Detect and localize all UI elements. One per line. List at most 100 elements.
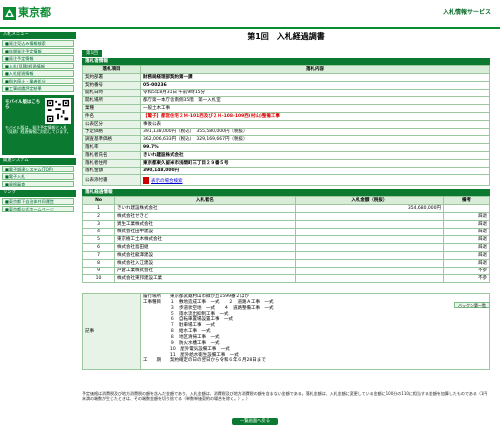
row-label: 件名 (82, 111, 141, 121)
qr-code-icon (45, 97, 71, 124)
cell-amount (294, 274, 445, 284)
cell-bidder: 株式会社せきど (114, 211, 296, 221)
row-value: きいれ建設株式会社 (140, 150, 490, 160)
row-value: 財務局経理部契約第一課 (140, 72, 490, 82)
row-value: 東京都東久留米市浅間町三丁目２９番５号 (140, 158, 490, 168)
sidebar-item-qualification[interactable]: ■資格審査 (2, 180, 74, 187)
row-value: 390,148,000円 (140, 166, 490, 176)
col-header-bidder: 入札者名 (114, 196, 296, 206)
sidebar-item-suspension[interactable]: ■指名停止・業者処分 (2, 77, 74, 84)
remarks-table: 記事 履行場所 東京都武蔵村山市緑が丘1599番２ほか 工事種目 １ 敷地造成工… (82, 293, 490, 371)
table-row: 記事 履行場所 東京都武蔵村山市緑が丘1599番２ほか 工事種目 １ 敷地造成工… (82, 293, 490, 371)
remarks-text: 履行場所 東京都武蔵村山市緑が丘1599番２ほか 工事種目 １ 敷地造成工事 一… (140, 293, 490, 371)
cell-amount (294, 235, 445, 245)
cell-amount (294, 250, 445, 260)
cell-bidder: 東京樹工土木株式会社 (114, 235, 296, 245)
sidebar-item-forecast[interactable]: ■発注見込み情報検索 (2, 40, 74, 47)
sidebar-item-e-bidding[interactable]: ■電子入札 (2, 173, 74, 180)
pdf-icon (143, 176, 149, 184)
bidders-section-title: 落札経過情報 (82, 189, 490, 197)
table-row: 6 株式会社島田組 辞退 (82, 243, 490, 252)
table-row: 3 異生工業株式会社 辞退 (82, 219, 490, 229)
row-label: 開札日時 (82, 88, 141, 98)
cell-bidder: 戸倉工業株式会社 (114, 266, 296, 276)
table-row: 7 株式会社龍澤建設 辞退 (82, 250, 490, 260)
copy-list-button[interactable]: バックン第一覧 (454, 302, 490, 308)
site-logo[interactable]: 東京都 (18, 7, 51, 18)
cell-no: 1 (82, 204, 115, 213)
sidebar-item-bid-results[interactable]: ■入札経過情報 (2, 70, 74, 77)
cell-no: 4 (82, 227, 115, 237)
table-row: 開札場所 都庁第一本庁舎南側35階 第一入札室 (82, 96, 490, 106)
table-row: 落札者氏名 きいれ建設株式会社 (82, 150, 490, 160)
cell-no: 7 (82, 250, 115, 260)
cell-remarks: 不参 (443, 274, 490, 284)
mobile-description: モバイル版は、発注予定情報と入札（見積）経過情報に対応しています。 (5, 124, 71, 135)
sidebar-item-evaluation[interactable]: ■工事成績評定結果 (2, 85, 74, 92)
table-row: 9 戸倉工業株式会社 不参 (82, 266, 490, 276)
table-row: 落札率 99.7% (82, 143, 490, 152)
main-content: 第1回 入札経過調書 第1回 落札者情報 落札項目 落札内容 契約部署 財務局経理部… (82, 32, 490, 371)
table-row: 開札日時 令和5年8月31日 午前9時15分 (82, 88, 490, 98)
bid-info-section-title: 落札者情報 (82, 58, 490, 66)
table-row: 予定価格 391,138,000円（税込） 355,580,000円（税抜） (82, 127, 490, 137)
cell-no: 10 (82, 274, 115, 284)
sidebar-item-annual-plan[interactable]: ■年間発注予定情報 (2, 47, 74, 54)
cell-no: 6 (82, 243, 115, 252)
cell-amount (294, 258, 445, 268)
table-row: 調査基準価格 362,006,633円（税込） 329,169,667円（税抜） (82, 135, 490, 145)
table-row: 契約部署 財務局経理部契約第一課 (82, 72, 490, 82)
sidebar-link-official[interactable]: ■東京都公式ホームページ (2, 205, 74, 212)
sidebar-item-order-plan[interactable]: ■発注予定情報 (2, 55, 74, 62)
site-header: 東京都 入札情報サービス (0, 0, 500, 30)
sidebar-item-procurement[interactable]: ■電子調達システム(TOP) (2, 165, 74, 172)
page-title: 第1回 入札経過調書 (247, 32, 325, 41)
table-row: 5 東京樹工土木株式会社 辞退 (82, 235, 490, 245)
round-tab: 第1回 (82, 50, 102, 58)
row-value: 391,138,000円（税込） 355,580,000円（税抜） (140, 127, 490, 137)
cell-remarks: 辞退 (443, 258, 490, 268)
table-row: 公表添付書 表示の場合検索 (82, 174, 490, 187)
cell-amount (294, 266, 445, 276)
row-label: 落札者住所 (82, 158, 141, 168)
cell-amount (294, 211, 445, 221)
cell-amount (294, 219, 445, 229)
subject-text: 【電子】都営住宅２Ｍ-101西及び２Ｈ-108-109西(村山)整備工事 (143, 113, 280, 119)
table-row: 契約番号 05-00236 (82, 80, 490, 90)
row-label: 調査基準価格 (82, 135, 141, 145)
row-label: 契約部署 (82, 72, 141, 82)
subject-value: 【電子】都営住宅２Ｍ-101西及び２Ｈ-108-109西(村山)整備工事 (140, 111, 490, 121)
back-to-list-button[interactable]: 一覧画面へ戻る (232, 418, 278, 425)
table-row: 件名 【電子】都営住宅２Ｍ-101西及び２Ｈ-108-109西(村山)整備工事 (82, 111, 490, 121)
cell-bidder: 株式会社龍澤建設 (114, 250, 296, 260)
table-row: 落札者住所 東京都東久留米市浅間町三丁目２９番５号 (82, 158, 490, 168)
mobile-title: モバイル版はこちら (5, 99, 41, 111)
cell-remarks: 不参 (443, 266, 490, 276)
bid-info-table: 落札項目 落札内容 契約部署 財務局経理部契約第一課 契約番号 05-00236 開札… (82, 65, 490, 187)
cell-remarks: 辞退 (443, 227, 490, 237)
table-row: 10 株式会社東邦建設工業 不参 (82, 274, 490, 284)
cell-no: 5 (82, 235, 115, 245)
sidebar-link-joint[interactable]: ■東京都下自治体共同運営 (2, 198, 74, 205)
cell-bidder: 株式会社田中建設 (114, 227, 296, 237)
row-label: 落札率 (82, 143, 141, 152)
cell-no: 2 (82, 211, 115, 221)
row-label: 開札場所 (82, 96, 141, 106)
col-header-amount: 入札金額（税抜） (294, 196, 445, 206)
sidebar-item-bid-process[interactable]: ■入札(見積)経過情報 (2, 62, 74, 69)
sidebar-related-title: 関連システム (0, 157, 76, 165)
table-row: 落札金額 390,148,000円 (82, 166, 490, 176)
mobile-banner[interactable]: モバイル版はこちら モバイル版は、発注予定情報と入札（見積）経過情報に対応してい… (2, 94, 74, 155)
attachment-link[interactable]: 表示の場合検索 (151, 179, 183, 184)
service-title: 入札情報サービス (442, 9, 491, 16)
col-header-content: 落札内容 (140, 65, 490, 74)
sidebar-links-title: リンク (0, 190, 76, 197)
row-value: 362,006,633円（税込） 329,169,667円（税抜） (140, 135, 490, 145)
row-label: 業種 (82, 104, 141, 113)
row-label: 落札者氏名 (82, 150, 141, 160)
cell-no: 8 (82, 258, 115, 268)
cell-bidder: 株式会社入江建設 (114, 258, 296, 268)
remarks-label: 記事 (82, 293, 141, 371)
sidebar-menu-title: 入札メニュー (0, 32, 76, 39)
table-row: 業種 一般土木工事 (82, 104, 490, 113)
